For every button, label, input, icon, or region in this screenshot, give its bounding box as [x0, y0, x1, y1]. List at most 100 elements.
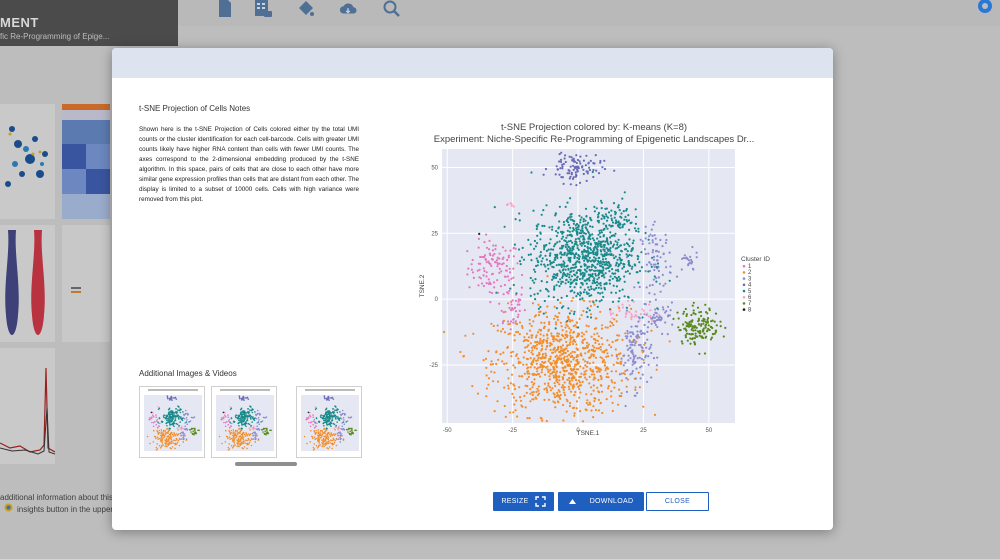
cluster-3-point	[658, 282, 661, 285]
legend-marker[interactable]	[742, 283, 746, 287]
media-thumbnail[interactable]	[211, 386, 277, 458]
chart-subtitle: Experiment: Niche-Specific Re-Programmin…	[434, 134, 755, 145]
thumbnail-scrollbar[interactable]	[235, 462, 297, 466]
mini-point	[240, 442, 243, 444]
cluster-5-point	[606, 253, 610, 256]
legend-marker[interactable]	[742, 289, 746, 293]
cluster-6-point	[641, 308, 644, 311]
mini-point	[161, 436, 163, 438]
legend-entry-8[interactable]: 8	[748, 307, 752, 313]
cluster-2-point	[601, 361, 604, 364]
cluster-5-point	[598, 229, 601, 232]
cluster-5-point	[634, 264, 637, 267]
cluster-5-point	[651, 256, 654, 259]
cluster-2-point	[595, 347, 598, 350]
cluster-2-point	[573, 412, 576, 415]
mini-point	[346, 420, 349, 422]
cluster-5-point	[560, 306, 564, 309]
cluster-2-point	[521, 375, 524, 378]
mini-point	[246, 397, 249, 399]
cluster-5-point	[557, 280, 560, 283]
legend-entry-5[interactable]: 5	[748, 289, 752, 295]
legend-marker[interactable]	[742, 277, 746, 280]
cluster-5-point	[589, 251, 593, 254]
cluster-4-point	[564, 154, 567, 157]
cluster-1-point	[478, 276, 481, 279]
mini-point	[317, 420, 320, 423]
cluster-7-point	[691, 337, 695, 340]
resize-button[interactable]: RESIZE	[493, 492, 554, 511]
cluster-5-point	[566, 234, 569, 237]
cluster-3-point	[642, 361, 646, 364]
cluster-2-point	[509, 382, 512, 385]
mini-point	[159, 422, 161, 425]
legend-entry-4[interactable]: 4	[748, 283, 752, 289]
cluster-3-point	[654, 298, 657, 301]
media-thumbnail[interactable]	[139, 386, 205, 458]
cluster-5-point	[585, 270, 588, 273]
mini-point	[318, 442, 321, 444]
cluster-2-point	[502, 319, 506, 322]
cluster-3-point	[665, 266, 668, 269]
mini-point	[228, 418, 231, 421]
cluster-5-point	[603, 288, 607, 291]
media-thumbnail[interactable]	[296, 386, 362, 458]
table-icon[interactable]	[254, 0, 272, 18]
cluster-2-point	[567, 317, 570, 320]
cluster-3-point	[624, 361, 627, 364]
cluster-5-point	[607, 211, 611, 214]
cluster-1-point	[493, 286, 496, 289]
mini-point	[173, 425, 175, 428]
paint-bucket-icon[interactable]	[297, 0, 315, 18]
legend-entry-2[interactable]: 2	[748, 270, 752, 276]
cluster-2-point	[539, 375, 542, 378]
legend-marker[interactable]	[742, 302, 746, 305]
cluster-4-point	[584, 164, 587, 167]
cluster-5-point	[575, 243, 578, 246]
cluster-1-point	[502, 256, 505, 259]
document-icon[interactable]	[216, 0, 234, 18]
cluster-5-point	[620, 212, 623, 215]
mini-point	[335, 426, 337, 428]
legend-marker[interactable]	[742, 295, 746, 299]
legend-entry-3[interactable]: 3	[748, 276, 752, 282]
cluster-7-point	[688, 332, 691, 336]
cluster-5-point	[606, 248, 609, 251]
mini-point	[167, 417, 169, 420]
legend-entry-1[interactable]: 1	[748, 264, 752, 270]
cluster-2-point	[620, 360, 623, 363]
cluster-3-point	[625, 390, 628, 393]
cluster-2-point	[557, 375, 560, 378]
cluster-2-point	[543, 356, 546, 360]
cluster-2-point	[603, 364, 607, 367]
cluster-5-point	[636, 257, 639, 261]
download-button[interactable]: DOWNLOAD	[558, 492, 644, 511]
legend-marker[interactable]	[742, 271, 746, 274]
cluster-5-point	[571, 219, 574, 222]
gear-icon[interactable]	[974, 0, 996, 16]
cluster-2-point	[594, 377, 597, 380]
mini-point	[261, 420, 264, 422]
mini-point	[332, 433, 335, 435]
cluster-1-point	[503, 275, 507, 278]
legend-entry-7[interactable]: 7	[748, 301, 752, 307]
cluster-2-point	[540, 357, 543, 360]
mini-point	[245, 414, 248, 416]
legend-marker[interactable]	[742, 264, 746, 268]
legend-entry-6[interactable]: 6	[748, 295, 752, 301]
cluster-7-point	[694, 329, 697, 332]
legend-marker[interactable]	[742, 308, 746, 311]
cluster-2-point	[554, 314, 557, 317]
y-tick-label: -25	[429, 363, 438, 369]
mini-point	[233, 436, 235, 438]
cluster-2-point	[580, 314, 583, 317]
cluster-5-point	[631, 265, 634, 268]
close-button[interactable]: CLOSE	[646, 492, 709, 511]
cluster-5-point	[603, 245, 606, 249]
mini-point	[240, 429, 243, 431]
cluster-4-point	[572, 168, 575, 171]
zoom-icon[interactable]	[383, 0, 401, 18]
cloud-download-icon[interactable]	[339, 0, 357, 18]
cluster-1-point	[505, 269, 508, 272]
mini-point	[334, 429, 336, 431]
